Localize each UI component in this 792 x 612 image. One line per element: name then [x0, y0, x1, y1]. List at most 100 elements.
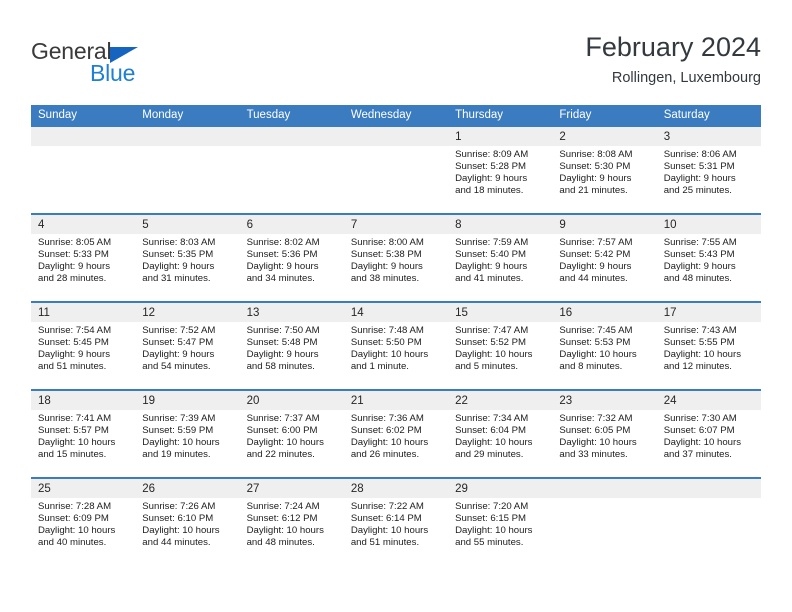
day-cell[interactable]: 24 Sunrise: 7:30 AM Sunset: 6:07 PM Dayl… [656, 391, 761, 477]
day-cell[interactable]: 18 Sunrise: 7:41 AM Sunset: 5:57 PM Dayl… [31, 391, 136, 477]
day-cell[interactable] [552, 479, 657, 565]
daylight-text-line2: and 55 minutes. [455, 537, 524, 549]
location-subtitle: Rollingen, Luxembourg [611, 70, 761, 86]
weekday-header-saturday: Saturday [663, 109, 710, 121]
day-cell[interactable]: 27 Sunrise: 7:24 AM Sunset: 6:12 PM Dayl… [239, 479, 344, 565]
daylight-text-line1: Daylight: 10 hours [455, 349, 533, 361]
sunrise-text: Sunrise: 7:41 AM [38, 413, 112, 424]
day-cell[interactable] [31, 127, 136, 213]
calendar-page: General Blue February 2024 Rollingen, Lu… [0, 0, 792, 612]
sunset-text: Sunset: 6:00 PM [246, 425, 318, 437]
calendar-grid: Sunday Monday Tuesday Wednesday Thursday… [31, 105, 761, 565]
sunset-text: Sunset: 5:43 PM [663, 249, 735, 261]
day-details: Sunrise: 7:39 AM Sunset: 5:59 PM Dayligh… [135, 410, 239, 461]
day-cell[interactable]: 4 Sunrise: 8:05 AM Sunset: 5:33 PM Dayli… [31, 215, 136, 301]
daylight-text-line1: Daylight: 10 hours [350, 349, 429, 361]
sunset-text: Sunset: 5:59 PM [142, 425, 214, 437]
day-details: Sunrise: 7:28 AM Sunset: 6:09 PM Dayligh… [31, 498, 135, 549]
day-cell[interactable]: 11 Sunrise: 7:54 AM Sunset: 5:45 PM Dayl… [31, 303, 136, 389]
day-details [135, 146, 239, 149]
day-cell[interactable]: 10 Sunrise: 7:55 AM Sunset: 5:43 PM Dayl… [656, 215, 761, 301]
day-number: 24 [663, 395, 677, 407]
sunset-text: Sunset: 6:05 PM [559, 425, 631, 437]
day-cell[interactable]: 5 Sunrise: 8:03 AM Sunset: 5:35 PM Dayli… [135, 215, 240, 301]
day-cell[interactable]: 19 Sunrise: 7:39 AM Sunset: 5:59 PM Dayl… [135, 391, 240, 477]
day-cell[interactable]: 28 Sunrise: 7:22 AM Sunset: 6:14 PM Dayl… [343, 479, 449, 565]
sunrise-text: Sunrise: 7:34 AM [455, 413, 529, 424]
day-number-band: 15 [448, 303, 553, 322]
daylight-text-line2: and 40 minutes. [38, 537, 107, 549]
week-row: 1 Sunrise: 8:09 AM Sunset: 5:28 PM Dayli… [31, 125, 761, 213]
day-cell[interactable]: 13 Sunrise: 7:50 AM Sunset: 5:48 PM Dayl… [239, 303, 344, 389]
daylight-text-line1: Daylight: 9 hours [663, 173, 736, 185]
day-cell[interactable]: 9 Sunrise: 7:57 AM Sunset: 5:42 PM Dayli… [552, 215, 657, 301]
day-details: Sunrise: 8:05 AM Sunset: 5:33 PM Dayligh… [31, 234, 135, 285]
sunrise-text: Sunrise: 7:50 AM [246, 325, 320, 336]
day-cell[interactable] [656, 479, 761, 565]
day-number: 3 [663, 131, 671, 143]
day-cell[interactable]: 6 Sunrise: 8:02 AM Sunset: 5:36 PM Dayli… [239, 215, 344, 301]
day-cell[interactable]: 7 Sunrise: 8:00 AM Sunset: 5:38 PM Dayli… [343, 215, 449, 301]
day-cell[interactable]: 8 Sunrise: 7:59 AM Sunset: 5:40 PM Dayli… [448, 215, 553, 301]
daylight-text-line1: Daylight: 10 hours [350, 525, 429, 537]
sunset-text: Sunset: 6:12 PM [246, 513, 318, 525]
day-number-band: 7 [343, 215, 449, 234]
sunset-text: Sunset: 5:50 PM [350, 337, 422, 349]
daylight-text-line2: and 1 minute. [350, 361, 409, 373]
day-number-band: 10 [656, 215, 761, 234]
page-header: General Blue February 2024 Rollingen, Lu… [31, 30, 761, 98]
sunrise-text: Sunrise: 7:59 AM [455, 237, 529, 248]
day-cell[interactable]: 1 Sunrise: 8:09 AM Sunset: 5:28 PM Dayli… [448, 127, 553, 213]
daylight-text-line1: Daylight: 10 hours [246, 437, 324, 449]
day-cell[interactable]: 22 Sunrise: 7:34 AM Sunset: 6:04 PM Dayl… [448, 391, 553, 477]
daylight-text-line1: Daylight: 9 hours [142, 261, 215, 273]
day-number-band: 16 [552, 303, 657, 322]
day-number-band: 13 [239, 303, 344, 322]
daylight-text-line1: Daylight: 9 hours [559, 261, 632, 273]
sunset-text: Sunset: 5:42 PM [559, 249, 631, 261]
day-cell[interactable]: 3 Sunrise: 8:06 AM Sunset: 5:31 PM Dayli… [656, 127, 761, 213]
weekday-header-tuesday: Tuesday [246, 109, 291, 121]
weekday-header-wednesday: Wednesday [350, 109, 412, 121]
day-cell[interactable]: 20 Sunrise: 7:37 AM Sunset: 6:00 PM Dayl… [239, 391, 344, 477]
day-cell[interactable] [135, 127, 240, 213]
day-cell[interactable]: 2 Sunrise: 8:08 AM Sunset: 5:30 PM Dayli… [552, 127, 657, 213]
sunset-text: Sunset: 6:04 PM [455, 425, 527, 437]
weekday-header-monday: Monday [142, 109, 184, 121]
day-cell[interactable]: 12 Sunrise: 7:52 AM Sunset: 5:47 PM Dayl… [135, 303, 240, 389]
daylight-text-line2: and 29 minutes. [455, 449, 524, 461]
day-cell[interactable] [343, 127, 449, 213]
day-cell[interactable] [239, 127, 344, 213]
day-cell[interactable]: 15 Sunrise: 7:47 AM Sunset: 5:52 PM Dayl… [448, 303, 553, 389]
sunrise-text: Sunrise: 7:45 AM [559, 325, 633, 336]
day-cell[interactable]: 21 Sunrise: 7:36 AM Sunset: 6:02 PM Dayl… [343, 391, 449, 477]
sunrise-text: Sunrise: 7:39 AM [142, 413, 216, 424]
day-details: Sunrise: 8:09 AM Sunset: 5:28 PM Dayligh… [448, 146, 552, 197]
day-cell[interactable]: 23 Sunrise: 7:32 AM Sunset: 6:05 PM Dayl… [552, 391, 657, 477]
sunrise-text: Sunrise: 8:03 AM [142, 237, 216, 248]
day-cell[interactable]: 17 Sunrise: 7:43 AM Sunset: 5:55 PM Dayl… [656, 303, 761, 389]
day-cell[interactable]: 26 Sunrise: 7:26 AM Sunset: 6:10 PM Dayl… [135, 479, 240, 565]
day-cell[interactable]: 25 Sunrise: 7:28 AM Sunset: 6:09 PM Dayl… [31, 479, 136, 565]
day-cell[interactable]: 14 Sunrise: 7:48 AM Sunset: 5:50 PM Dayl… [343, 303, 449, 389]
daylight-text-line1: Daylight: 10 hours [142, 437, 220, 449]
day-number: 2 [559, 131, 566, 143]
day-cell[interactable]: 29 Sunrise: 7:20 AM Sunset: 6:15 PM Dayl… [448, 479, 553, 565]
day-details [240, 146, 344, 149]
sunset-text: Sunset: 5:31 PM [663, 161, 735, 173]
daylight-text-line2: and 26 minutes. [350, 449, 420, 461]
sunset-text: Sunset: 5:40 PM [455, 249, 527, 261]
day-number-band: 18 [31, 391, 136, 410]
day-details: Sunrise: 7:32 AM Sunset: 6:05 PM Dayligh… [552, 410, 656, 461]
sunrise-text: Sunrise: 7:20 AM [455, 501, 529, 512]
sunrise-text: Sunrise: 7:30 AM [663, 413, 737, 424]
sunset-text: Sunset: 5:55 PM [663, 337, 735, 349]
day-cell[interactable]: 16 Sunrise: 7:45 AM Sunset: 5:53 PM Dayl… [552, 303, 657, 389]
sunrise-text: Sunrise: 7:24 AM [246, 501, 320, 512]
daylight-text-line1: Daylight: 9 hours [246, 349, 319, 361]
day-number: 21 [350, 395, 364, 407]
sunset-text: Sunset: 5:35 PM [142, 249, 214, 261]
sunrise-text: Sunrise: 7:55 AM [663, 237, 737, 248]
day-number: 27 [246, 483, 260, 495]
sunset-text: Sunset: 6:10 PM [142, 513, 214, 525]
